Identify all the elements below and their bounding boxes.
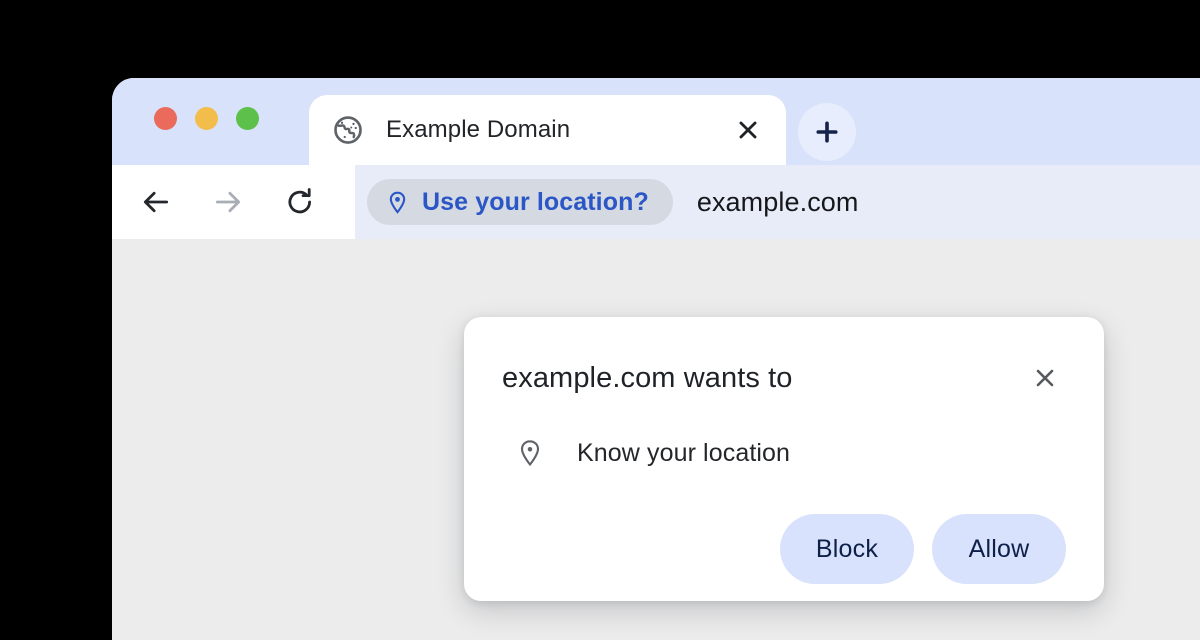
globe-icon xyxy=(333,115,363,145)
dialog-header: example.com wants to xyxy=(502,317,1066,397)
back-button[interactable] xyxy=(133,179,179,225)
browser-window: Example Domain Use your location? exampl… xyxy=(112,78,1200,640)
window-traffic-lights xyxy=(154,107,259,130)
dialog-actions: Block Allow xyxy=(502,514,1066,584)
new-tab-button[interactable] xyxy=(798,103,856,161)
location-pin-icon xyxy=(514,437,546,469)
arrow-right-icon xyxy=(215,191,241,213)
browser-tab[interactable]: Example Domain xyxy=(309,95,786,165)
location-permission-dialog: example.com wants to Know your location xyxy=(464,317,1104,601)
location-pin-icon xyxy=(389,191,406,214)
close-icon[interactable] xyxy=(1026,359,1064,397)
permission-item: Know your location xyxy=(502,437,1066,469)
tab-strip: Example Domain xyxy=(112,78,1200,165)
arrow-left-icon xyxy=(143,191,169,213)
allow-button[interactable]: Allow xyxy=(932,514,1066,584)
tab-title: Example Domain xyxy=(386,116,571,143)
address-bar[interactable]: Use your location? example.com xyxy=(355,165,1200,239)
plus-icon xyxy=(816,121,838,143)
close-icon[interactable] xyxy=(732,114,764,146)
address-bar-url: example.com xyxy=(696,186,859,217)
maximize-window-button[interactable] xyxy=(236,107,259,130)
browser-toolbar: Use your location? example.com xyxy=(112,165,1200,239)
reload-button[interactable] xyxy=(277,179,323,225)
forward-button[interactable] xyxy=(205,179,251,225)
dialog-title: example.com wants to xyxy=(502,361,793,394)
location-permission-chip[interactable]: Use your location? xyxy=(367,179,673,225)
location-chip-label: Use your location? xyxy=(422,187,649,216)
reload-icon xyxy=(288,188,312,214)
block-button[interactable]: Block xyxy=(780,514,914,584)
permission-label: Know your location xyxy=(577,438,791,467)
close-window-button[interactable] xyxy=(154,107,177,130)
minimize-window-button[interactable] xyxy=(195,107,218,130)
screen: Example Domain Use your location? exampl… xyxy=(0,0,1200,640)
